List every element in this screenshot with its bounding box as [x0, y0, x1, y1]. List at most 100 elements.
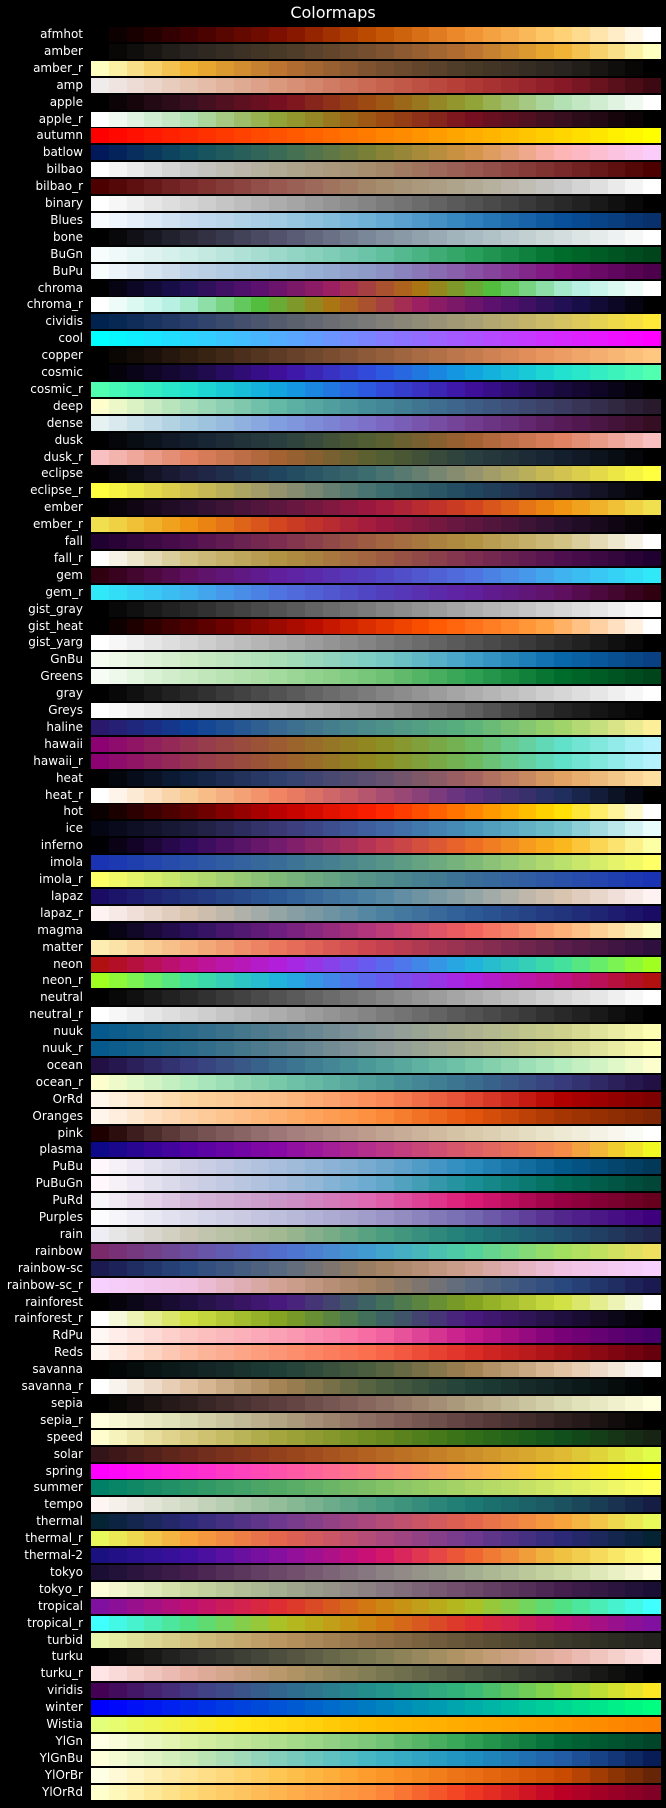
color-cell — [269, 1733, 287, 1749]
color-cell — [393, 872, 412, 887]
color-cell — [162, 111, 181, 127]
color-cell — [482, 179, 501, 195]
color-cell — [108, 973, 127, 989]
color-cell — [447, 1294, 466, 1310]
color-cell — [91, 1074, 109, 1090]
colormap-row-amp: amp — [0, 77, 666, 94]
color-cell — [304, 1193, 323, 1209]
color-cell — [126, 719, 145, 735]
color-cell — [482, 128, 501, 144]
color-cell — [162, 550, 181, 566]
color-cell — [91, 1243, 109, 1259]
color-cell — [251, 922, 270, 938]
color-cell — [500, 1598, 519, 1614]
color-cell — [447, 398, 466, 414]
color-cell — [447, 703, 466, 718]
color-cell — [144, 956, 163, 972]
color-cell — [589, 905, 608, 921]
color-cell — [500, 601, 519, 617]
color-cell — [286, 719, 305, 735]
color-cell — [233, 1159, 252, 1175]
color-cell — [269, 1717, 287, 1732]
color-cell — [322, 1548, 341, 1563]
color-cell — [447, 1463, 466, 1479]
color-cell — [589, 1260, 608, 1276]
color-cell — [304, 1666, 323, 1682]
color-cell — [197, 162, 216, 178]
color-cell — [197, 1767, 216, 1783]
color-cell — [197, 956, 216, 972]
color-cell — [625, 1041, 644, 1056]
color-cell — [554, 1717, 572, 1732]
color-cell — [482, 1193, 501, 1209]
color-cell — [482, 618, 501, 634]
color-cell — [197, 1632, 216, 1648]
colormap-bar — [91, 652, 661, 668]
color-cell — [340, 1784, 359, 1800]
color-cell — [589, 1683, 608, 1699]
color-cell — [625, 1750, 644, 1766]
color-cell — [251, 939, 270, 955]
color-cell — [322, 1446, 341, 1462]
color-cell — [429, 314, 448, 330]
color-cell — [643, 584, 661, 600]
color-cell — [500, 1700, 519, 1716]
color-cell — [465, 618, 483, 634]
color-cell — [625, 179, 644, 195]
color-cell — [269, 939, 287, 955]
color-cell — [144, 1193, 163, 1209]
color-cell — [251, 94, 270, 110]
colormap-label: nuuk — [53, 1024, 83, 1039]
colormap-bar — [91, 804, 661, 820]
color-cell — [625, 1700, 644, 1716]
color-cell — [251, 1243, 270, 1259]
color-cell — [108, 1159, 127, 1175]
color-cell — [197, 111, 216, 127]
color-cell — [447, 838, 466, 854]
color-cell — [518, 550, 537, 566]
color-cell — [376, 973, 394, 989]
color-cell — [447, 280, 466, 296]
color-cell — [447, 1649, 466, 1665]
color-cell — [358, 1091, 376, 1107]
color-cell — [358, 196, 376, 211]
color-cell — [376, 635, 394, 651]
color-cell — [536, 872, 555, 887]
color-cell — [91, 550, 109, 566]
colormap-label: matter — [42, 939, 83, 954]
color-cell — [251, 517, 270, 533]
colormap-row-summer: summer — [0, 1479, 666, 1496]
color-cell — [269, 703, 287, 718]
color-cell — [589, 466, 608, 482]
color-cell — [643, 855, 661, 871]
color-cell — [536, 821, 555, 837]
color-cell — [536, 1226, 555, 1242]
color-cell — [393, 432, 412, 448]
colormap-bar — [91, 348, 661, 364]
color-cell — [91, 534, 109, 549]
color-cell — [144, 517, 163, 533]
color-cell — [376, 1683, 394, 1699]
color-cell — [625, 43, 644, 59]
color-cell — [411, 1615, 430, 1631]
color-cell — [518, 939, 537, 955]
color-cell — [144, 1784, 163, 1800]
color-cell — [197, 1193, 216, 1209]
color-cell — [108, 1598, 127, 1614]
color-cell — [554, 415, 572, 431]
color-cell — [180, 415, 198, 431]
color-cell — [358, 922, 376, 938]
color-cell — [411, 1074, 430, 1090]
color-cell — [500, 1531, 519, 1547]
color-cell — [589, 94, 608, 110]
color-cell — [180, 94, 198, 110]
colormap-label: RdPu — [52, 1328, 83, 1343]
color-cell — [358, 652, 376, 668]
color-cell — [447, 212, 466, 228]
color-cell — [144, 1074, 163, 1090]
color-cell — [162, 1514, 181, 1530]
color-cell — [180, 703, 198, 718]
color-cell — [429, 1057, 448, 1073]
color-cell — [91, 1041, 109, 1056]
color-cell — [180, 1514, 198, 1530]
